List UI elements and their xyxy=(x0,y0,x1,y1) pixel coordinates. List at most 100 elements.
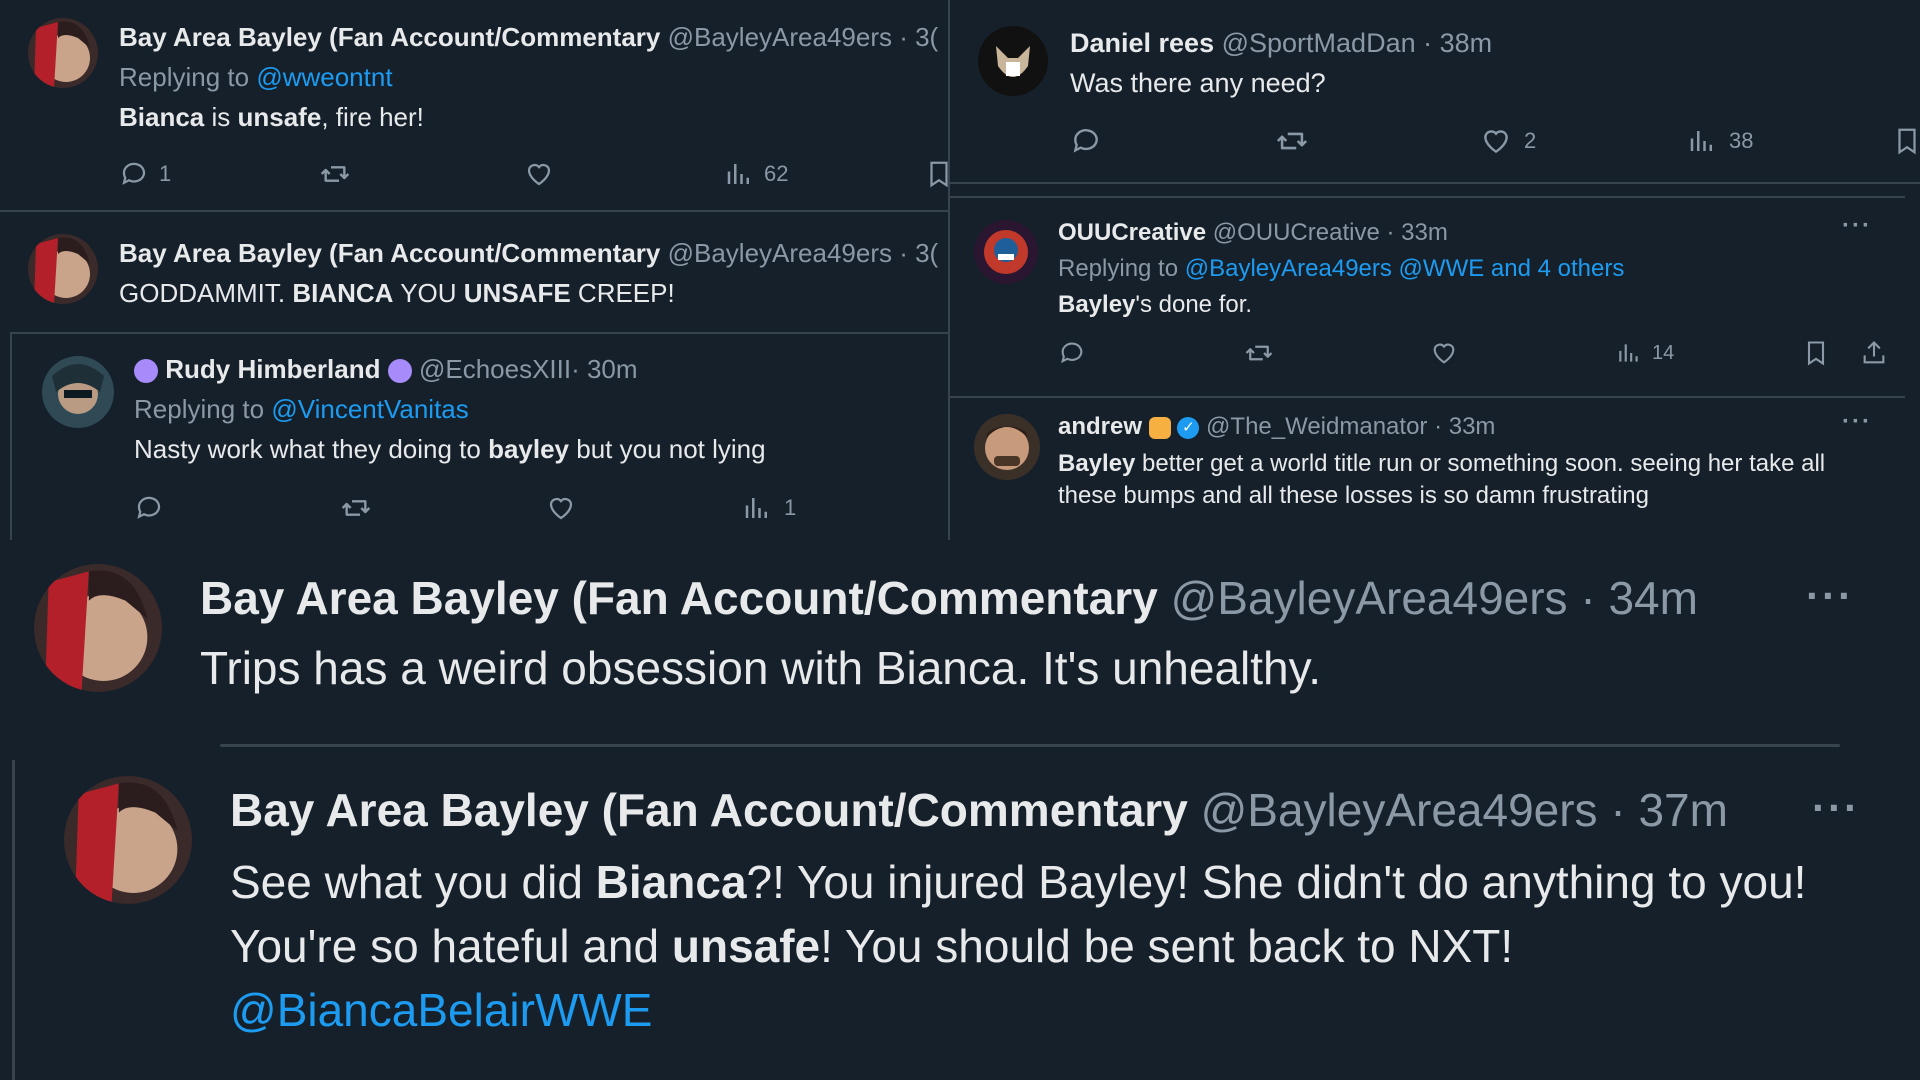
heart-icon xyxy=(524,159,554,189)
handle[interactable]: @The_Weidmanator xyxy=(1206,413,1427,440)
views-button[interactable]: 1 xyxy=(742,493,796,523)
heart-icon xyxy=(1480,125,1512,157)
reply-button[interactable] xyxy=(1070,125,1275,157)
like-button[interactable] xyxy=(546,493,742,523)
retweet-button[interactable] xyxy=(340,492,546,524)
like-button[interactable]: 2 xyxy=(1480,125,1687,157)
timestamp[interactable]: · 38m xyxy=(1423,28,1492,58)
avatar[interactable] xyxy=(28,234,98,304)
more-options-icon[interactable]: ··· xyxy=(1806,572,1854,620)
tweet-6[interactable]: andrew ✓ @The_Weidmanator · 33m ··· Bayl… xyxy=(950,396,1905,540)
more-options-icon[interactable]: ··· xyxy=(1842,408,1872,436)
retweet-button[interactable] xyxy=(1244,338,1430,368)
more-options-icon[interactable]: ··· xyxy=(1812,784,1860,832)
reply-mention[interactable]: @VincentVanitas xyxy=(271,394,468,424)
crystal-ball-icon xyxy=(387,359,412,384)
retweet-button[interactable] xyxy=(319,158,524,190)
crystal-ball-icon xyxy=(134,359,158,384)
tweet-8[interactable]: Bay Area Bayley (Fan Account/Commentary … xyxy=(0,740,1920,1080)
views-button[interactable]: 38 xyxy=(1687,126,1892,156)
timestamp[interactable]: · 33m xyxy=(1386,219,1447,246)
tweet-1[interactable]: Bay Area Bayley (Fan Account/Commentary … xyxy=(0,0,948,212)
reply-icon xyxy=(119,159,149,189)
avatar[interactable] xyxy=(974,220,1038,284)
action-bar: 1 xyxy=(134,492,796,524)
timestamp[interactable]: · 30m xyxy=(571,354,637,384)
text-segment: but you not lying xyxy=(569,434,766,464)
timestamp[interactable]: · 34m xyxy=(1580,572,1698,624)
tweet-text: Bayley's done for. xyxy=(1058,290,1252,320)
text-bold: bayley xyxy=(488,434,570,464)
retweet-icon xyxy=(1275,124,1309,158)
avatar[interactable] xyxy=(42,356,114,428)
display-name[interactable]: Bay Area Bayley (Fan Account/Commentary xyxy=(119,22,660,52)
display-name[interactable]: Daniel rees xyxy=(1070,28,1214,58)
timestamp[interactable]: · 33m xyxy=(1434,413,1495,440)
views-count: 62 xyxy=(764,161,789,186)
tweet-text: Trips has a weird obsession with Bianca.… xyxy=(200,642,1322,694)
views-button[interactable]: 62 xyxy=(724,159,924,189)
action-bar: 1 62 xyxy=(119,158,948,190)
display-name[interactable]: andrew xyxy=(1058,413,1142,440)
share-button[interactable] xyxy=(1860,339,1888,367)
reply-mention[interactable]: @BayleyArea49ers @WWE and 4 others xyxy=(1185,255,1625,282)
display-name[interactable]: Bay Area Bayley (Fan Account/Commentary xyxy=(119,238,660,268)
display-name[interactable]: Bay Area Bayley (Fan Account/Commentary xyxy=(230,784,1188,836)
bookmark-button[interactable] xyxy=(1802,339,1860,367)
bookmark-button[interactable] xyxy=(1892,126,1920,156)
text-segment: 's done for. xyxy=(1135,291,1253,318)
text-bold: unsafe xyxy=(237,102,322,132)
avatar[interactable] xyxy=(978,26,1048,96)
views-count: 38 xyxy=(1729,128,1754,153)
like-button[interactable] xyxy=(1430,339,1616,367)
handle[interactable]: @BayleyArea49ers xyxy=(1171,572,1568,624)
handle[interactable]: @EchoesXIII xyxy=(419,354,571,384)
text-bold: Bianca xyxy=(119,102,205,132)
handle[interactable]: @BayleyArea49ers xyxy=(668,22,892,52)
panel-large-tweet: Bay Area Bayley (Fan Account/Commentary … xyxy=(0,540,1920,740)
text-bold: unsafe xyxy=(671,920,821,972)
tweet-5[interactable]: OUUCreative @OUUCreative · 33m ··· Reply… xyxy=(950,196,1905,398)
retweet-icon xyxy=(319,158,351,190)
text-bold: UNSAFE xyxy=(463,278,571,308)
like-button[interactable] xyxy=(524,159,724,189)
reply-mention[interactable]: @wweontnt xyxy=(256,62,392,92)
handle[interactable]: @SportMadDan xyxy=(1222,28,1416,58)
mention-link[interactable]: @BiancaBelairWWE xyxy=(230,984,652,1036)
avatar[interactable] xyxy=(974,414,1040,480)
reply-button[interactable]: 1 xyxy=(119,159,319,189)
handle[interactable]: @BayleyArea49ers xyxy=(1201,784,1598,836)
tweet-7[interactable]: Bay Area Bayley (Fan Account/Commentary … xyxy=(0,540,1920,740)
display-name[interactable]: OUUCreative xyxy=(1058,219,1206,246)
display-name[interactable]: Rudy Himberland xyxy=(165,354,380,384)
reply-button[interactable] xyxy=(134,493,340,523)
avatar[interactable] xyxy=(34,564,162,692)
replying-to-label: Replying to xyxy=(1058,255,1179,282)
text-segment: GODDAMMIT. xyxy=(119,278,293,308)
timestamp[interactable]: · 3( xyxy=(899,238,938,268)
reply-button[interactable] xyxy=(1058,339,1244,367)
views-button[interactable]: 14 xyxy=(1616,340,1802,366)
tweet-text: GODDAMMIT. BIANCA YOU UNSAFE CREEP! xyxy=(119,276,675,310)
tweet-text: Bianca is unsafe, fire her! xyxy=(119,100,424,134)
panel-top-right: Daniel rees @SportMadDan · 38m Was there… xyxy=(948,0,1920,540)
views-icon xyxy=(1687,126,1717,156)
retweet-button[interactable] xyxy=(1275,124,1480,158)
text-bold: BIANCA xyxy=(292,278,394,308)
more-options-icon[interactable]: ··· xyxy=(1842,212,1872,240)
avatar[interactable] xyxy=(64,776,192,904)
bookmark-icon xyxy=(924,159,948,189)
tweet-3[interactable]: Rudy Himberland @EchoesXIII· 30m Replyin… xyxy=(10,332,948,540)
timestamp[interactable]: · 37m xyxy=(1610,784,1728,836)
verified-badge-icon: ✓ xyxy=(1177,416,1200,439)
text-segment: ! You should be sent back to NXT! xyxy=(820,920,1514,972)
avatar[interactable] xyxy=(28,18,98,88)
tweet-4[interactable]: Daniel rees @SportMadDan · 38m Was there… xyxy=(950,0,1920,184)
handle[interactable]: @OUUCreative xyxy=(1213,219,1380,246)
timestamp[interactable]: · 3( xyxy=(899,22,938,52)
tweet-2[interactable]: Bay Area Bayley (Fan Account/Commentary … xyxy=(0,212,948,332)
text-segment: CREEP! xyxy=(570,278,675,308)
bookmark-button[interactable] xyxy=(924,159,948,189)
display-name[interactable]: Bay Area Bayley (Fan Account/Commentary xyxy=(200,572,1158,624)
handle[interactable]: @BayleyArea49ers xyxy=(668,238,892,268)
